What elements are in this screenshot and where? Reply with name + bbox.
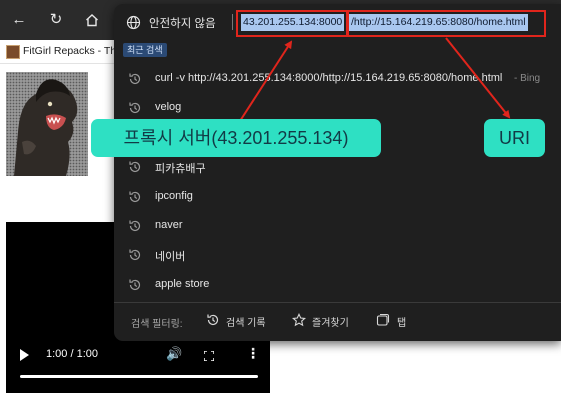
- screenshot: ← ↻ FitGirl Repacks - Th... 1:00 / 1:00 …: [0, 0, 561, 404]
- uri-callout: URI: [484, 119, 545, 157]
- proxy-server-callout: 프록시 서버(43.201.255.134): [91, 119, 381, 157]
- annotation-arrows: [239, 37, 511, 122]
